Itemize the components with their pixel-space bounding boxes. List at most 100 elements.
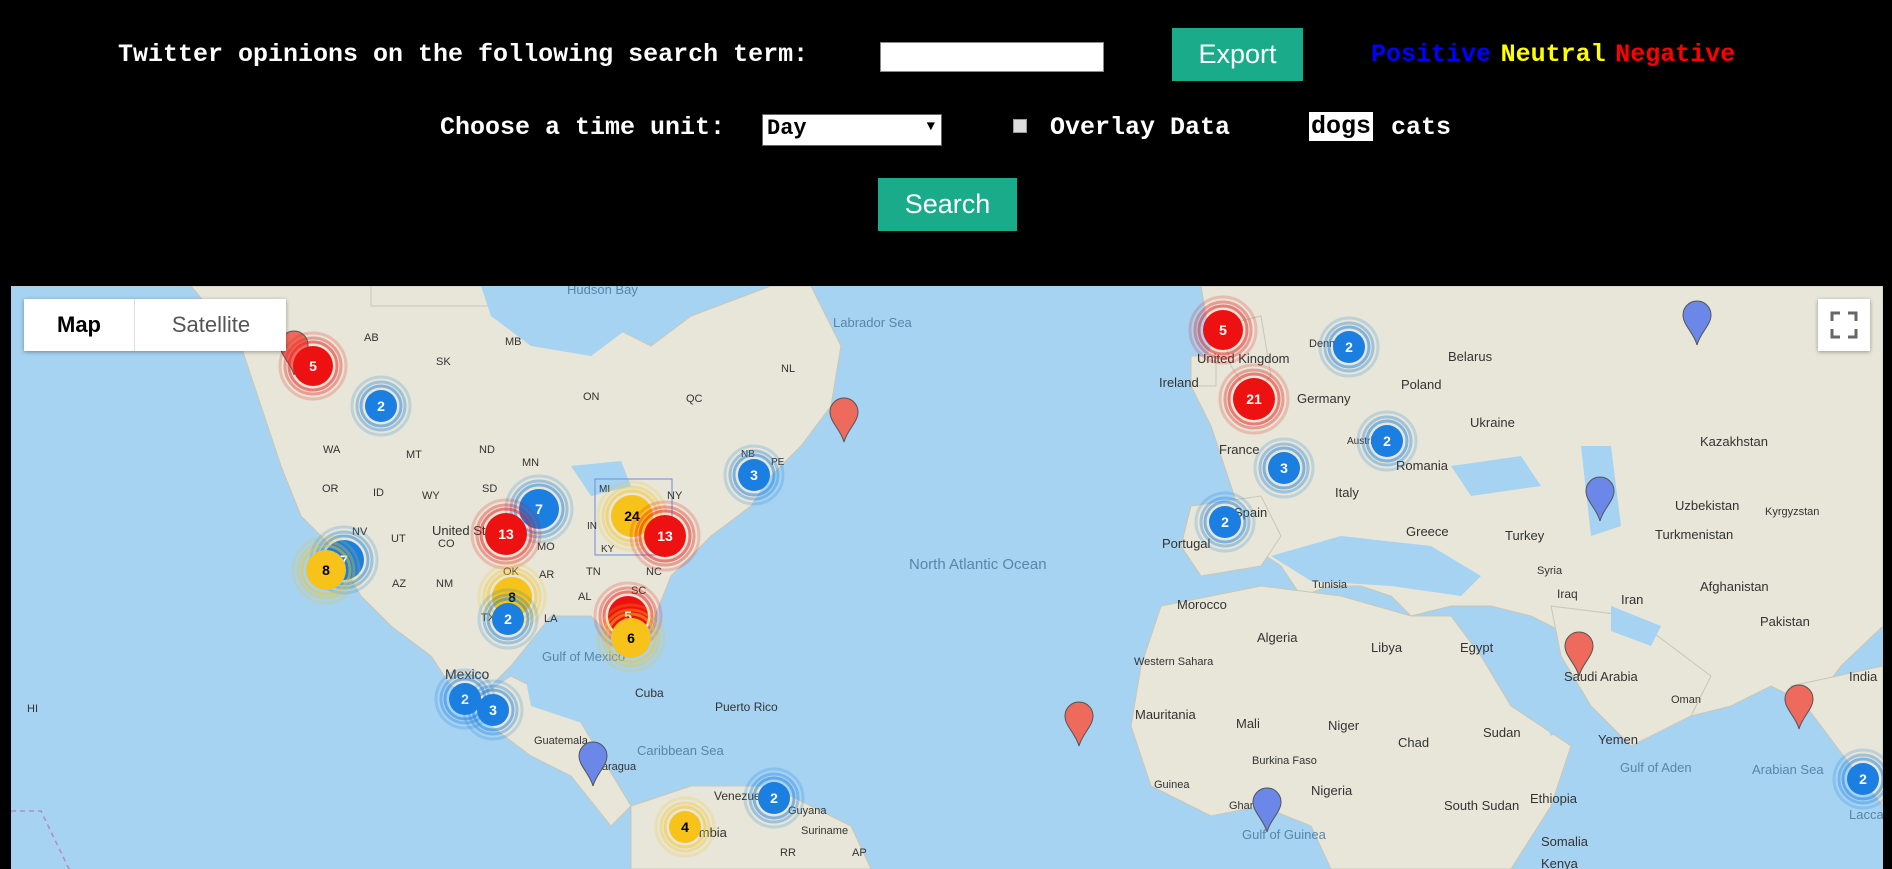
place-label: SK <box>436 356 451 368</box>
map-pin-negative[interactable] <box>829 397 859 443</box>
place-label: Italy <box>1335 485 1359 500</box>
term-cats[interactable]: cats <box>1391 113 1451 142</box>
cluster-marker-positive[interactable]: 2 <box>743 767 805 829</box>
map-canvas[interactable]: Hudson Bay Labrador Sea AB MB SK ON QC N… <box>11 286 1883 869</box>
cluster-count: 2 <box>1383 433 1391 449</box>
fullscreen-icon <box>1830 311 1858 339</box>
cluster-marker-positive[interactable]: 2 <box>350 375 412 437</box>
cluster-count: 13 <box>498 526 514 542</box>
search-input[interactable] <box>880 42 1104 72</box>
place-label: Iraq <box>1557 587 1578 601</box>
export-button[interactable]: Export <box>1172 28 1303 81</box>
place-label: UT <box>391 533 406 545</box>
place-label: Cuba <box>635 686 664 700</box>
time-unit-value: Day <box>767 116 807 141</box>
place-label: IN <box>587 521 597 532</box>
sentiment-legend: Positive Neutral Negative <box>1371 40 1735 69</box>
place-label: Oman <box>1671 694 1701 706</box>
place-label: North Atlantic Ocean <box>909 556 1047 573</box>
pin-shape <box>1064 701 1094 747</box>
place-label: Poland <box>1401 377 1441 392</box>
cluster-marker-positive[interactable]: 3 <box>1253 437 1315 499</box>
place-label: WY <box>422 490 440 502</box>
map-pin-negative[interactable] <box>1784 684 1814 730</box>
cluster-count: 4 <box>681 819 689 835</box>
place-label: France <box>1219 442 1259 457</box>
map-view[interactable]: Hudson Bay Labrador Sea AB MB SK ON QC N… <box>11 286 1883 869</box>
place-label: ON <box>583 391 600 403</box>
place-label: Turkey <box>1505 528 1545 543</box>
place-label: ND <box>479 444 495 456</box>
cluster-count: 2 <box>770 790 778 806</box>
cluster-marker-positive[interactable]: 2 <box>1318 316 1380 378</box>
cluster-count: 3 <box>750 467 758 483</box>
cluster-marker-positive[interactable]: 2 <box>1194 491 1256 553</box>
place-label: United Kingdom <box>1197 351 1290 366</box>
cluster-count: 2 <box>1859 771 1867 787</box>
place-label: Egypt <box>1460 640 1494 655</box>
place-label: Burkina Faso <box>1252 755 1317 767</box>
place-label: Belarus <box>1448 349 1493 364</box>
search-button[interactable]: Search <box>878 178 1017 231</box>
place-label: Nigeria <box>1311 783 1353 798</box>
place-label: Morocco <box>1177 597 1227 612</box>
place-label: Arabian Sea <box>1752 762 1824 777</box>
land-layer <box>11 286 1883 869</box>
place-label: Turkmenistan <box>1655 527 1733 542</box>
place-label: Algeria <box>1257 630 1298 645</box>
cluster-marker-positive[interactable]: 3 <box>462 679 524 741</box>
cluster-marker-neutral[interactable]: 4 <box>654 796 716 858</box>
cluster-marker-negative[interactable]: 5 <box>1188 295 1258 365</box>
place-label: India <box>1849 669 1878 684</box>
tab-map[interactable]: Map <box>24 299 134 351</box>
place-label: Syria <box>1537 565 1563 577</box>
place-label: MT <box>406 449 422 461</box>
legend-negative: Negative <box>1615 40 1736 69</box>
place-label: Puerto Rico <box>715 700 778 714</box>
place-label: Afghanistan <box>1700 579 1769 594</box>
place-label: HI <box>27 703 38 715</box>
place-label: Saudi Arabia <box>1564 669 1638 684</box>
cluster-marker-neutral[interactable]: 6 <box>596 603 666 673</box>
cluster-marker-positive[interactable]: 2 <box>1832 748 1883 810</box>
cluster-marker-positive[interactable]: 2 <box>477 588 539 650</box>
place-label: WA <box>323 444 341 456</box>
cluster-marker-positive[interactable]: 2 <box>1356 410 1418 472</box>
place-label: South Sudan <box>1444 798 1519 813</box>
place-label: Ireland <box>1159 375 1199 390</box>
place-label: RR <box>780 847 796 859</box>
cluster-count: 13 <box>657 528 673 544</box>
place-label: Suriname <box>801 825 848 837</box>
map-pin-positive[interactable] <box>1252 787 1282 833</box>
chevron-down-icon: ▼ <box>926 119 935 135</box>
place-label: Gulf of Aden <box>1620 760 1692 775</box>
pin-shape <box>1252 787 1282 833</box>
cluster-marker-negative[interactable]: 13 <box>629 500 701 572</box>
place-label: SD <box>482 483 497 495</box>
place-label: Kyrgyzstan <box>1765 506 1819 518</box>
place-label: Ukraine <box>1470 415 1515 430</box>
time-unit-label: Choose a time unit: <box>440 113 726 142</box>
cluster-marker-negative[interactable]: 13 <box>470 498 542 570</box>
controls-panel: Twitter opinions on the following search… <box>0 0 1892 286</box>
cluster-count: 3 <box>489 702 497 718</box>
map-pin-negative[interactable] <box>1064 701 1094 747</box>
cluster-count: 8 <box>322 562 330 578</box>
place-label: MN <box>522 457 539 469</box>
term-dogs[interactable]: dogs <box>1309 112 1374 141</box>
cluster-marker-negative[interactable]: 5 <box>278 331 348 401</box>
place-label: AB <box>364 332 379 344</box>
time-unit-select[interactable]: Day ▼ <box>762 114 942 146</box>
tab-satellite[interactable]: Satellite <box>134 299 287 351</box>
cluster-marker-positive[interactable]: 3 <box>723 444 785 506</box>
cluster-count: 5 <box>1219 322 1227 338</box>
overlay-checkbox[interactable] <box>1013 119 1027 133</box>
legend-positive: Positive <box>1371 40 1492 69</box>
place-label: Kazakhstan <box>1700 434 1768 449</box>
overlay-label: Overlay Data <box>1050 113 1231 142</box>
cluster-marker-negative[interactable]: 21 <box>1218 363 1290 435</box>
cluster-marker-neutral[interactable]: 8 <box>291 535 361 605</box>
place-label: Hudson Bay <box>567 286 638 297</box>
fullscreen-button[interactable] <box>1818 299 1870 351</box>
place-label: Gulf of Guinea <box>1242 827 1327 842</box>
